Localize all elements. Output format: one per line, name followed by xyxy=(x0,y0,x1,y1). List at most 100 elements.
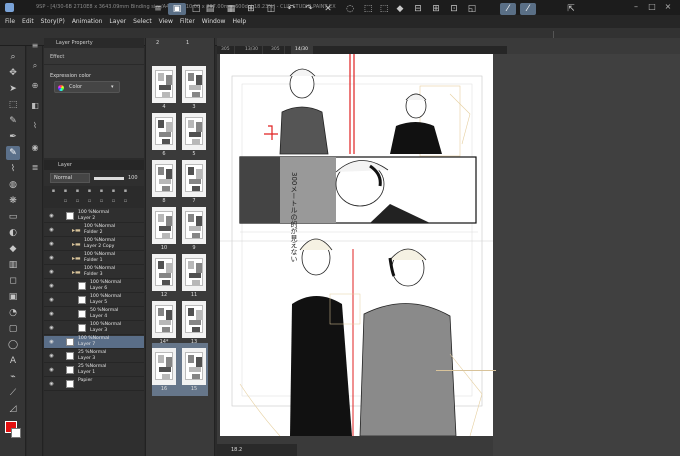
eye-icon[interactable]: ◉ xyxy=(48,381,55,388)
snap-grid-icon[interactable]: ⊞ xyxy=(430,3,442,15)
reference-icon[interactable]: ▪ xyxy=(74,188,81,195)
opacity-value[interactable]: 100 xyxy=(128,175,138,181)
folder-icon[interactable]: ▸▬ xyxy=(72,255,81,262)
eye-icon[interactable]: ◉ xyxy=(48,283,55,290)
eye-icon[interactable]: ◉ xyxy=(48,255,55,262)
decoration-tool-icon[interactable]: ❋ xyxy=(6,194,20,208)
page-thumbnail[interactable] xyxy=(182,348,206,385)
eye-icon[interactable]: ◉ xyxy=(48,325,55,332)
transform-icon[interactable]: ◌ xyxy=(344,3,356,15)
canvas-tab[interactable]: 13/30 xyxy=(241,46,263,54)
menu-help[interactable]: Help xyxy=(232,18,246,25)
eraser-tool-icon[interactable]: ▭ xyxy=(6,210,20,224)
page-thumbnail[interactable] xyxy=(152,348,176,385)
menu-edit[interactable]: Edit xyxy=(22,18,34,25)
expression-color-select[interactable]: Color ▾ xyxy=(54,81,120,93)
page-thumbnail[interactable] xyxy=(152,207,176,244)
layer-row[interactable]: ◉ ▸▬ 100 %Normal Layer 2 Copy xyxy=(44,238,144,251)
menu-window[interactable]: Window xyxy=(202,18,226,25)
redo-icon[interactable]: ↷ xyxy=(303,3,315,15)
folder-icon[interactable]: ▸▬ xyxy=(72,227,81,234)
page-thumbnail[interactable] xyxy=(152,254,176,291)
balloon-tool-icon[interactable]: ◯ xyxy=(6,338,20,352)
clear-icon[interactable]: ✕ xyxy=(322,3,334,15)
lock-icon[interactable]: ▪ xyxy=(50,188,57,195)
page-thumbnail[interactable] xyxy=(152,66,176,103)
layer-tab-label[interactable]: Layer xyxy=(58,162,72,168)
zoom-value[interactable]: 18.2 xyxy=(231,447,242,453)
save-icon[interactable]: ▦ xyxy=(225,3,237,15)
export-icon[interactable]: ⇱ xyxy=(565,3,577,15)
menu-animation[interactable]: Animation xyxy=(72,18,103,25)
opacity-slider[interactable] xyxy=(94,177,124,180)
canvas-tab-active[interactable]: 14/30 xyxy=(291,46,313,54)
eye-icon[interactable]: ◉ xyxy=(48,353,55,360)
sub-tool-search-icon[interactable]: ⌕ xyxy=(29,60,41,72)
undo-group-icon[interactable]: ◫ xyxy=(265,3,277,15)
canvas-tab[interactable]: 305 xyxy=(217,46,235,54)
correct-line-tool-icon[interactable]: ⌁ xyxy=(6,370,20,384)
clip-icon[interactable]: ▪ xyxy=(62,188,69,195)
canvas-tab[interactable]: 305 xyxy=(267,46,285,54)
operation-tool-icon[interactable]: ➤ xyxy=(6,82,20,96)
mask-icon[interactable]: ▪ xyxy=(98,188,105,195)
eye-icon[interactable]: ◉ xyxy=(48,227,55,234)
fill-tool-icon[interactable]: ◆ xyxy=(6,242,20,256)
page-thumbnail[interactable] xyxy=(182,160,206,197)
eye-icon[interactable]: ◉ xyxy=(48,367,55,374)
page-thumbnail[interactable] xyxy=(152,113,176,150)
snap-ruler-icon[interactable]: ◱ xyxy=(466,3,478,15)
menu-file[interactable]: File xyxy=(5,18,15,25)
layer-row[interactable]: ◉ 100 %Normal Layer 6 xyxy=(44,280,144,293)
brush-snap-icon[interactable]: ⁄ xyxy=(520,3,536,15)
brush-tool-icon[interactable]: ⌇ xyxy=(6,162,20,176)
line-tool-icon[interactable]: ◿ xyxy=(6,402,20,416)
eyedropper-tool-icon[interactable]: ✎ xyxy=(6,114,20,128)
ruler-icon[interactable]: ⊟ xyxy=(412,3,424,15)
eye-icon[interactable]: ◉ xyxy=(48,297,55,304)
layer-row[interactable]: ◉ 25 %Normal Layer 1 xyxy=(44,364,144,377)
ruler-icon[interactable]: ▪ xyxy=(110,188,117,195)
draft-icon[interactable]: ▪ xyxy=(86,188,93,195)
sub-color-swatch[interactable] xyxy=(11,428,21,438)
open-file-icon[interactable]: ▤ xyxy=(204,3,216,15)
sub-tool-layer-icon[interactable]: ◧ xyxy=(29,100,41,112)
undo-icon[interactable]: ↶ xyxy=(285,3,297,15)
blend-mode-select[interactable]: Normal xyxy=(50,173,90,183)
text-tool-icon[interactable]: A xyxy=(6,354,20,368)
figure-tool-icon[interactable]: ◻ xyxy=(6,274,20,288)
page-thumbnail[interactable] xyxy=(182,66,206,103)
maximize-button[interactable]: □ xyxy=(646,2,658,12)
snap-special-icon[interactable]: ⊡ xyxy=(448,3,460,15)
sub-tool-menu-icon[interactable]: ≡ xyxy=(29,40,41,52)
airbrush-tool-icon[interactable]: ◍ xyxy=(6,178,20,192)
folder-icon[interactable]: ▸▬ xyxy=(72,241,81,248)
layer-row[interactable]: ◉ ▸▬ 100 %Normal Folder 2 xyxy=(44,224,144,237)
new-file-icon[interactable]: □ xyxy=(190,3,202,15)
page-thumbnail[interactable] xyxy=(182,301,206,338)
frame-border-tool-icon[interactable]: ▢ xyxy=(6,322,20,336)
menu-filter[interactable]: Filter xyxy=(180,18,195,25)
merge-icon[interactable]: ▫ xyxy=(110,198,117,205)
select-all-icon[interactable]: ⬚ xyxy=(362,3,374,15)
ruler-edit-tool-icon[interactable]: ⟋ xyxy=(6,386,20,400)
page-thumbnail[interactable] xyxy=(152,301,176,338)
sub-tool-brush-icon[interactable]: ⌇ xyxy=(29,120,41,132)
page-thumbnail[interactable] xyxy=(152,160,176,197)
hamburger-menu-icon[interactable]: ≡ xyxy=(152,3,164,15)
fill-icon[interactable]: ◆ xyxy=(394,3,406,15)
eye-icon[interactable]: ◉ xyxy=(48,269,55,276)
page-thumbnail[interactable] xyxy=(182,113,206,150)
layer-row[interactable]: ◉ Papier xyxy=(44,378,144,391)
gradient-tool-icon[interactable]: ▥ xyxy=(6,258,20,272)
page-thumbnail[interactable] xyxy=(182,254,206,291)
transfer-icon[interactable]: ▫ xyxy=(98,198,105,205)
layer-row[interactable]: ◉ 100 %Normal Layer 7 xyxy=(44,336,144,349)
new-folder-icon[interactable]: ▫ xyxy=(86,198,93,205)
pen-tool-icon[interactable]: ✒ xyxy=(6,130,20,144)
ruler-tool-icon[interactable]: ◔ xyxy=(6,306,20,320)
sub-tool-color-icon[interactable]: ◉ xyxy=(29,142,41,154)
layer-row[interactable]: ◉ 100 %Normal Layer 3 xyxy=(44,322,144,335)
selection-tool-icon[interactable]: ⬚ xyxy=(6,98,20,112)
layer-row[interactable]: ◉ 50 %Normal Layer 4 xyxy=(44,308,144,321)
